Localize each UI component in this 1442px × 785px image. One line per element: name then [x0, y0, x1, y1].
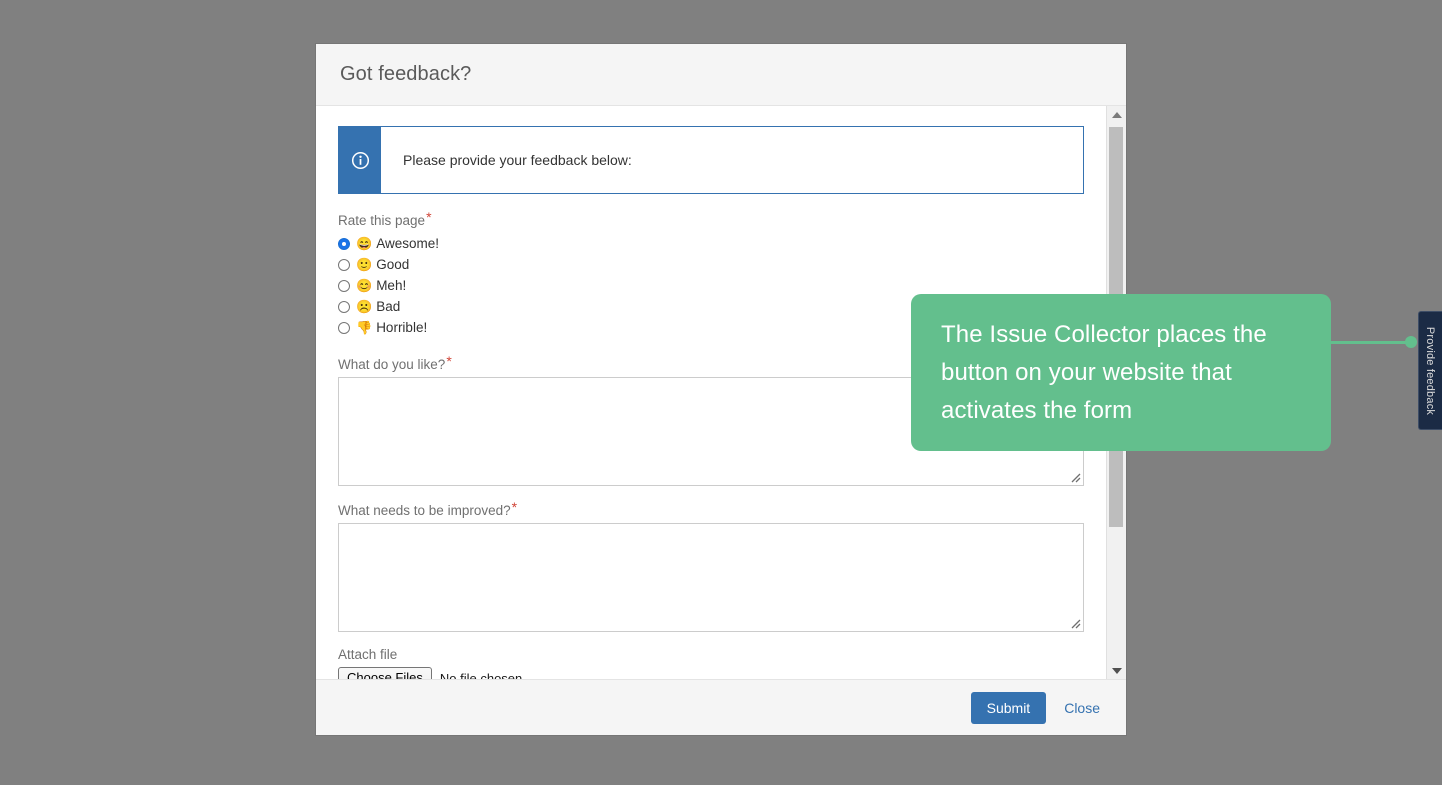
radio-label-bad: Bad	[376, 299, 400, 314]
attach-file-label: Attach file	[338, 646, 1084, 663]
required-asterisk: *	[426, 212, 431, 223]
radio-option-good[interactable]: 🙂 Good	[338, 254, 1084, 275]
info-banner-text: Please provide your feedback below:	[381, 127, 632, 193]
rating-field-label: Rate this page*	[338, 212, 1084, 229]
provide-feedback-tab[interactable]: Provide feedback	[1418, 311, 1442, 430]
dialog-header: Got feedback?	[316, 44, 1126, 106]
radio-label-horrible: Horrible!	[376, 320, 427, 335]
radio-button-bad[interactable]	[338, 301, 350, 313]
improve-label-text: What needs to be improved?	[338, 503, 511, 518]
resize-handle-icon[interactable]	[1069, 617, 1081, 629]
radio-option-awesome[interactable]: 😄 Awesome!	[338, 233, 1084, 254]
frowning-face-icon: ☹️	[356, 300, 372, 313]
rating-label-text: Rate this page	[338, 213, 425, 228]
file-input-row: Choose Files No file chosen	[338, 667, 1084, 679]
submit-button[interactable]: Submit	[971, 692, 1047, 724]
annotation-connector-line	[1331, 341, 1413, 344]
radio-button-good[interactable]	[338, 259, 350, 271]
like-label-text: What do you like?	[338, 357, 445, 372]
page-title: Got feedback?	[340, 63, 471, 86]
annotation-callout-text: The Issue Collector places the button on…	[941, 316, 1301, 430]
dialog-footer: Submit Close	[316, 679, 1126, 735]
radio-label-awesome: Awesome!	[376, 236, 439, 251]
annotation-connector-dot	[1405, 336, 1417, 348]
close-button[interactable]: Close	[1064, 700, 1100, 716]
resize-handle-icon[interactable]	[1069, 471, 1081, 483]
radio-label-meh: Meh!	[376, 278, 406, 293]
required-asterisk: *	[446, 356, 451, 367]
smiling-face-icon: 😊	[356, 279, 372, 292]
radio-button-meh[interactable]	[338, 280, 350, 292]
improve-field: What needs to be improved?*	[338, 502, 1084, 632]
required-asterisk: *	[512, 502, 517, 513]
improve-field-label: What needs to be improved?*	[338, 502, 1084, 519]
annotation-callout: The Issue Collector places the button on…	[911, 294, 1331, 451]
scroll-up-arrow-icon[interactable]	[1107, 106, 1126, 123]
provide-feedback-tab-label: Provide feedback	[1425, 326, 1437, 414]
choose-files-button[interactable]: Choose Files	[338, 667, 432, 679]
info-banner: Please provide your feedback below:	[338, 126, 1084, 194]
thumbs-down-icon: 👎	[356, 321, 372, 334]
radio-button-horrible[interactable]	[338, 322, 350, 334]
radio-button-awesome[interactable]	[338, 238, 350, 250]
info-circle-icon	[339, 127, 381, 193]
radio-option-meh[interactable]: 😊 Meh!	[338, 275, 1084, 296]
slightly-smiling-face-icon: 🙂	[356, 258, 372, 271]
scroll-down-arrow-icon[interactable]	[1107, 662, 1126, 679]
attach-file-field: Attach file Choose Files No file chosen	[338, 646, 1084, 679]
improve-textarea[interactable]	[338, 523, 1084, 632]
file-chosen-status: No file chosen	[440, 671, 522, 680]
radio-label-good: Good	[376, 257, 409, 272]
grinning-face-icon: 😄	[356, 237, 372, 250]
